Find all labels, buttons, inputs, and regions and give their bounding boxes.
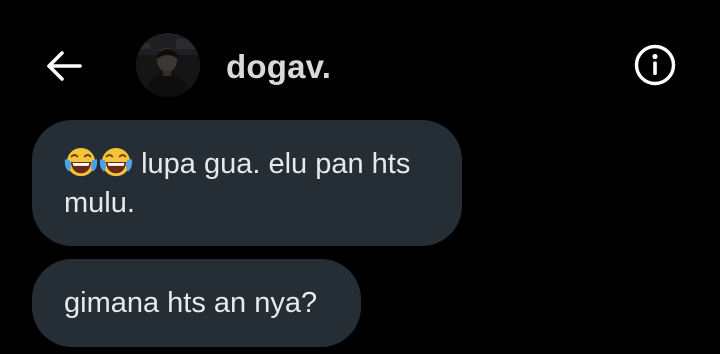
message-bubble[interactable]: gimana hts an nya? [32, 259, 361, 347]
message-text: gimana hts an nya? [64, 287, 318, 319]
face-with-tears-of-joy-icon [64, 147, 98, 177]
message-bubble[interactable]: lupa gua. elu pan hts mulu. [32, 120, 462, 246]
face-with-tears-of-joy-icon [99, 147, 133, 177]
message-list: lupa gua. elu pan hts mulu. gimana hts a… [0, 0, 720, 354]
